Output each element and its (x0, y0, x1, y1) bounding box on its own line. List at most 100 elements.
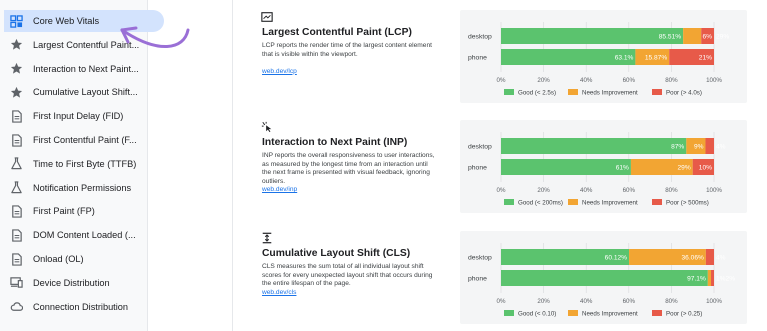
sidebar-item-label: First Paint (FP) (33, 206, 95, 217)
x-tick-label: 0% (497, 187, 506, 194)
distribution-chart: 0% 20% 40% 60% 80% 100% desktop 87% 9% 4% phone 61%… (460, 120, 747, 213)
legend-swatch (568, 310, 578, 316)
sidebar-item[interactable]: First Input Delay (FID) (4, 105, 156, 127)
docs-link[interactable]: web.dev/inp (262, 186, 297, 193)
legend-label: Needs Improvement (582, 311, 638, 318)
sidebar-item-label: Time to First Byte (TTFB) (33, 158, 137, 169)
document-icon (10, 110, 23, 123)
bar-segment (705, 138, 714, 154)
cloud-icon (10, 300, 23, 313)
legend-swatch (504, 199, 514, 205)
sidebar-item-label: DOM Content Loaded (... (33, 230, 136, 241)
card-title: Interaction to Next Paint (INP) (262, 137, 408, 148)
x-tick-label: 80% (665, 77, 678, 84)
sidebar-item[interactable]: Cumulative Layout Shift... (4, 81, 156, 103)
flask-icon (10, 181, 23, 194)
sidebar-item[interactable]: Device Distribution (4, 272, 156, 294)
x-tick-label: 60% (623, 77, 636, 84)
legend-swatch (568, 199, 578, 205)
dashboard-icon (10, 14, 23, 28)
category-label: phone (468, 275, 487, 282)
chart-svg: 0% 20% 40% 60% 80% 100% desktop 87% 9% 4% phone 61%… (468, 132, 726, 207)
docs-link[interactable]: web.dev/lcp (262, 68, 297, 75)
bar-value-label: 29% (677, 164, 690, 171)
lcp-icon (261, 10, 273, 22)
sidebar-item[interactable]: Onload (OL) (4, 248, 156, 270)
sidebar-item-label: Core Web Vitals (33, 16, 100, 26)
legend-label: Good (< 200ms) (518, 200, 563, 207)
sidebar-item[interactable]: First Contentful Paint (F... (4, 129, 156, 151)
sidebar: Core Web Vitals Largest Contentful Paint.… (0, 0, 164, 331)
card-description: CLS measures the sum total of all indivi… (262, 263, 433, 288)
x-tick-label: 40% (580, 187, 593, 194)
bar-segment (683, 28, 702, 44)
bar-value-label: 15.87% (645, 54, 668, 61)
star-icon (10, 38, 23, 51)
document-icon (10, 252, 23, 266)
sidebar-item-label: First Contentful Paint (F... (33, 135, 137, 145)
chart-svg: 0% 20% 40% 60% 80% 100% desktop 60.12% 36.06% 4% p… (468, 243, 735, 318)
legend-swatch (652, 89, 662, 95)
sidebar-item[interactable]: Connection Distribution (4, 296, 156, 318)
sidebar-item-label: First Input Delay (FID) (33, 111, 124, 122)
card-description: INP reports the overall responsiveness t… (262, 152, 435, 185)
legend-label: Needs Improvement (582, 200, 638, 207)
bar-value-label: 85.51% (659, 33, 682, 40)
bar-segment (501, 138, 687, 154)
bar-value-label: 9% (694, 143, 704, 150)
legend-swatch (504, 310, 514, 316)
bar-segment (501, 159, 631, 175)
legend-label: Poor (> 4.0s) (666, 90, 702, 97)
sidebar-item[interactable]: DOM Content Loaded (... (4, 224, 156, 246)
cls-icon (261, 231, 273, 244)
sidebar-item-label: Cumulative Layout Shift... (33, 87, 138, 98)
bar-segment (501, 28, 684, 44)
bar-value-label: 10% (699, 164, 712, 171)
category-label: desktop (468, 254, 492, 261)
bar-segment (711, 270, 714, 286)
x-tick-label: 40% (580, 77, 593, 84)
star-icon (10, 86, 23, 99)
category-label: desktop (468, 143, 492, 150)
bar-value-label: 21% (699, 54, 712, 61)
sidebar-item-label: Device Distribution (33, 277, 110, 288)
document-icon (10, 133, 23, 147)
bar-segment (705, 249, 714, 265)
legend-swatch (652, 310, 662, 316)
distribution-chart: 0% 20% 40% 60% 80% 100% desktop 60.12% 36.06% 4% p… (460, 231, 747, 324)
sidebar-item[interactable]: Core Web Vitals (4, 10, 164, 32)
legend-label: Good (< 0.10) (518, 311, 556, 318)
metric-panel-lcp: Largest Contentful Paint (LCP) LCP report… (233, 0, 767, 110)
x-tick-label: 80% (665, 187, 678, 194)
main-content: Largest Contentful Paint (LCP) LCP report… (232, 0, 767, 331)
overflow-value-label: 1%2% (716, 275, 735, 282)
legend-label: Poor (> 500ms) (666, 200, 709, 207)
sidebar-item[interactable]: Largest Contentful Paint... (4, 34, 156, 56)
x-tick-label: 20% (537, 187, 550, 194)
metric-panel-cls: Cumulative Layout Shift (CLS) CLS measure… (233, 221, 767, 331)
sidebar-item[interactable]: Time to First Byte (TTFB) (4, 153, 156, 175)
sidebar-item-label: Connection Distribution (33, 301, 128, 312)
card-title: Largest Contentful Paint (LCP) (262, 27, 412, 38)
distribution-chart: 0% 20% 40% 60% 80% 100% desktop 85.51% 6% 29% phon… (460, 10, 747, 103)
sidebar-item[interactable]: Notification Permissions (4, 177, 156, 199)
x-tick-label: 100% (706, 298, 722, 305)
category-label: phone (468, 54, 487, 61)
overflow-value-label: 4% (716, 143, 726, 150)
overflow-value-label: 4% (716, 254, 726, 261)
bar-value-label: 61% (616, 164, 629, 171)
sidebar-item[interactable]: Interaction to Next Paint... (4, 58, 156, 80)
bar-value-label: 63.1% (615, 54, 634, 61)
bar-value-label: 97.1% (687, 275, 706, 282)
legend-swatch (652, 199, 662, 205)
sidebar-item[interactable]: First Paint (FP) (4, 200, 156, 222)
docs-link[interactable]: web.dev/cls (262, 289, 296, 296)
legend-label: Needs Improvement (582, 90, 638, 97)
x-tick-label: 60% (623, 187, 636, 194)
document-icon (10, 205, 23, 218)
sidebar-item-label: Notification Permissions (33, 182, 132, 193)
x-tick-label: 0% (497, 298, 506, 305)
bar-value-label: 6% (702, 33, 712, 40)
x-tick-label: 100% (706, 77, 722, 84)
card-description: LCP reports the render time of the large… (262, 42, 432, 58)
